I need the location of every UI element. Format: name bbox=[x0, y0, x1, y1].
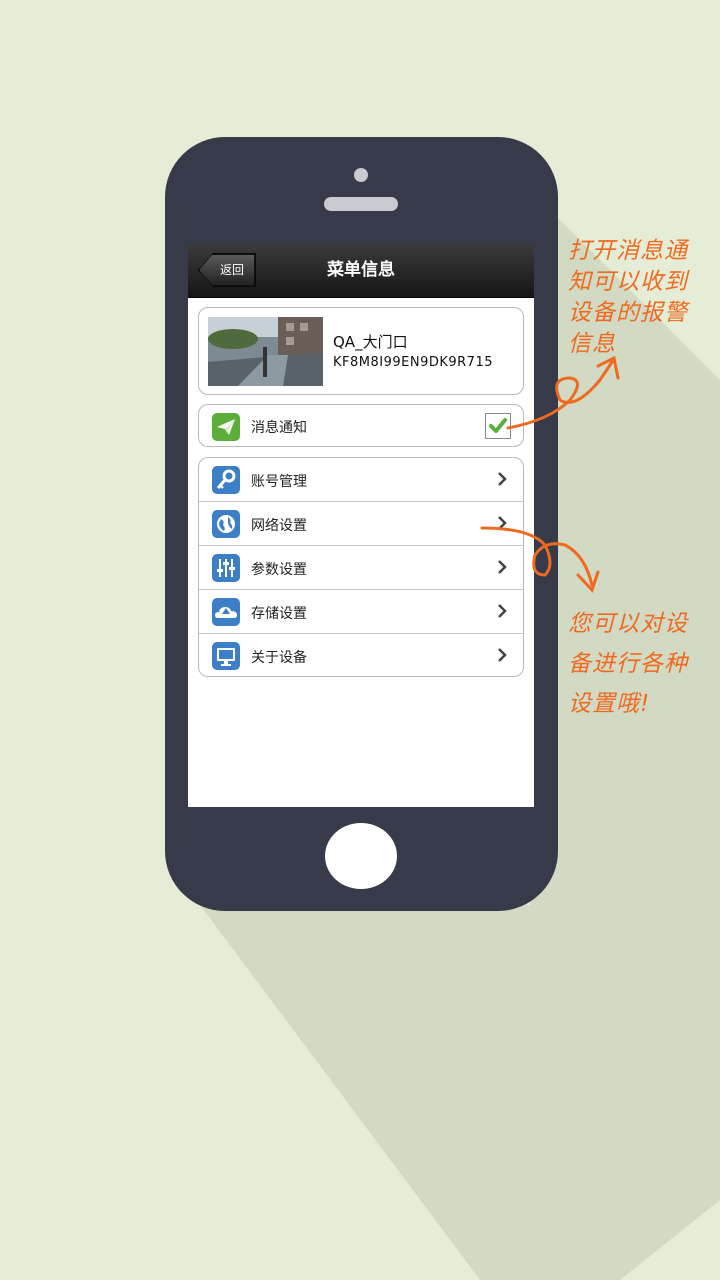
annotation-line: 设置哦! bbox=[568, 691, 651, 717]
annotation-notify: 打开消息通 知可以收到 设备的报警 信息 bbox=[568, 236, 688, 360]
annotation-line: 信息 bbox=[568, 331, 616, 357]
annotation-line: 打开消息通 bbox=[568, 238, 688, 264]
annotation-line: 知可以收到 bbox=[568, 269, 688, 295]
annotation-line: 设备的报警 bbox=[568, 300, 688, 326]
annotation-line: 您可以对设 bbox=[568, 611, 688, 637]
annotation-line: 备进行各种 bbox=[568, 651, 688, 677]
annotation-settings: 您可以对设 备进行各种 设置哦! bbox=[568, 604, 688, 724]
